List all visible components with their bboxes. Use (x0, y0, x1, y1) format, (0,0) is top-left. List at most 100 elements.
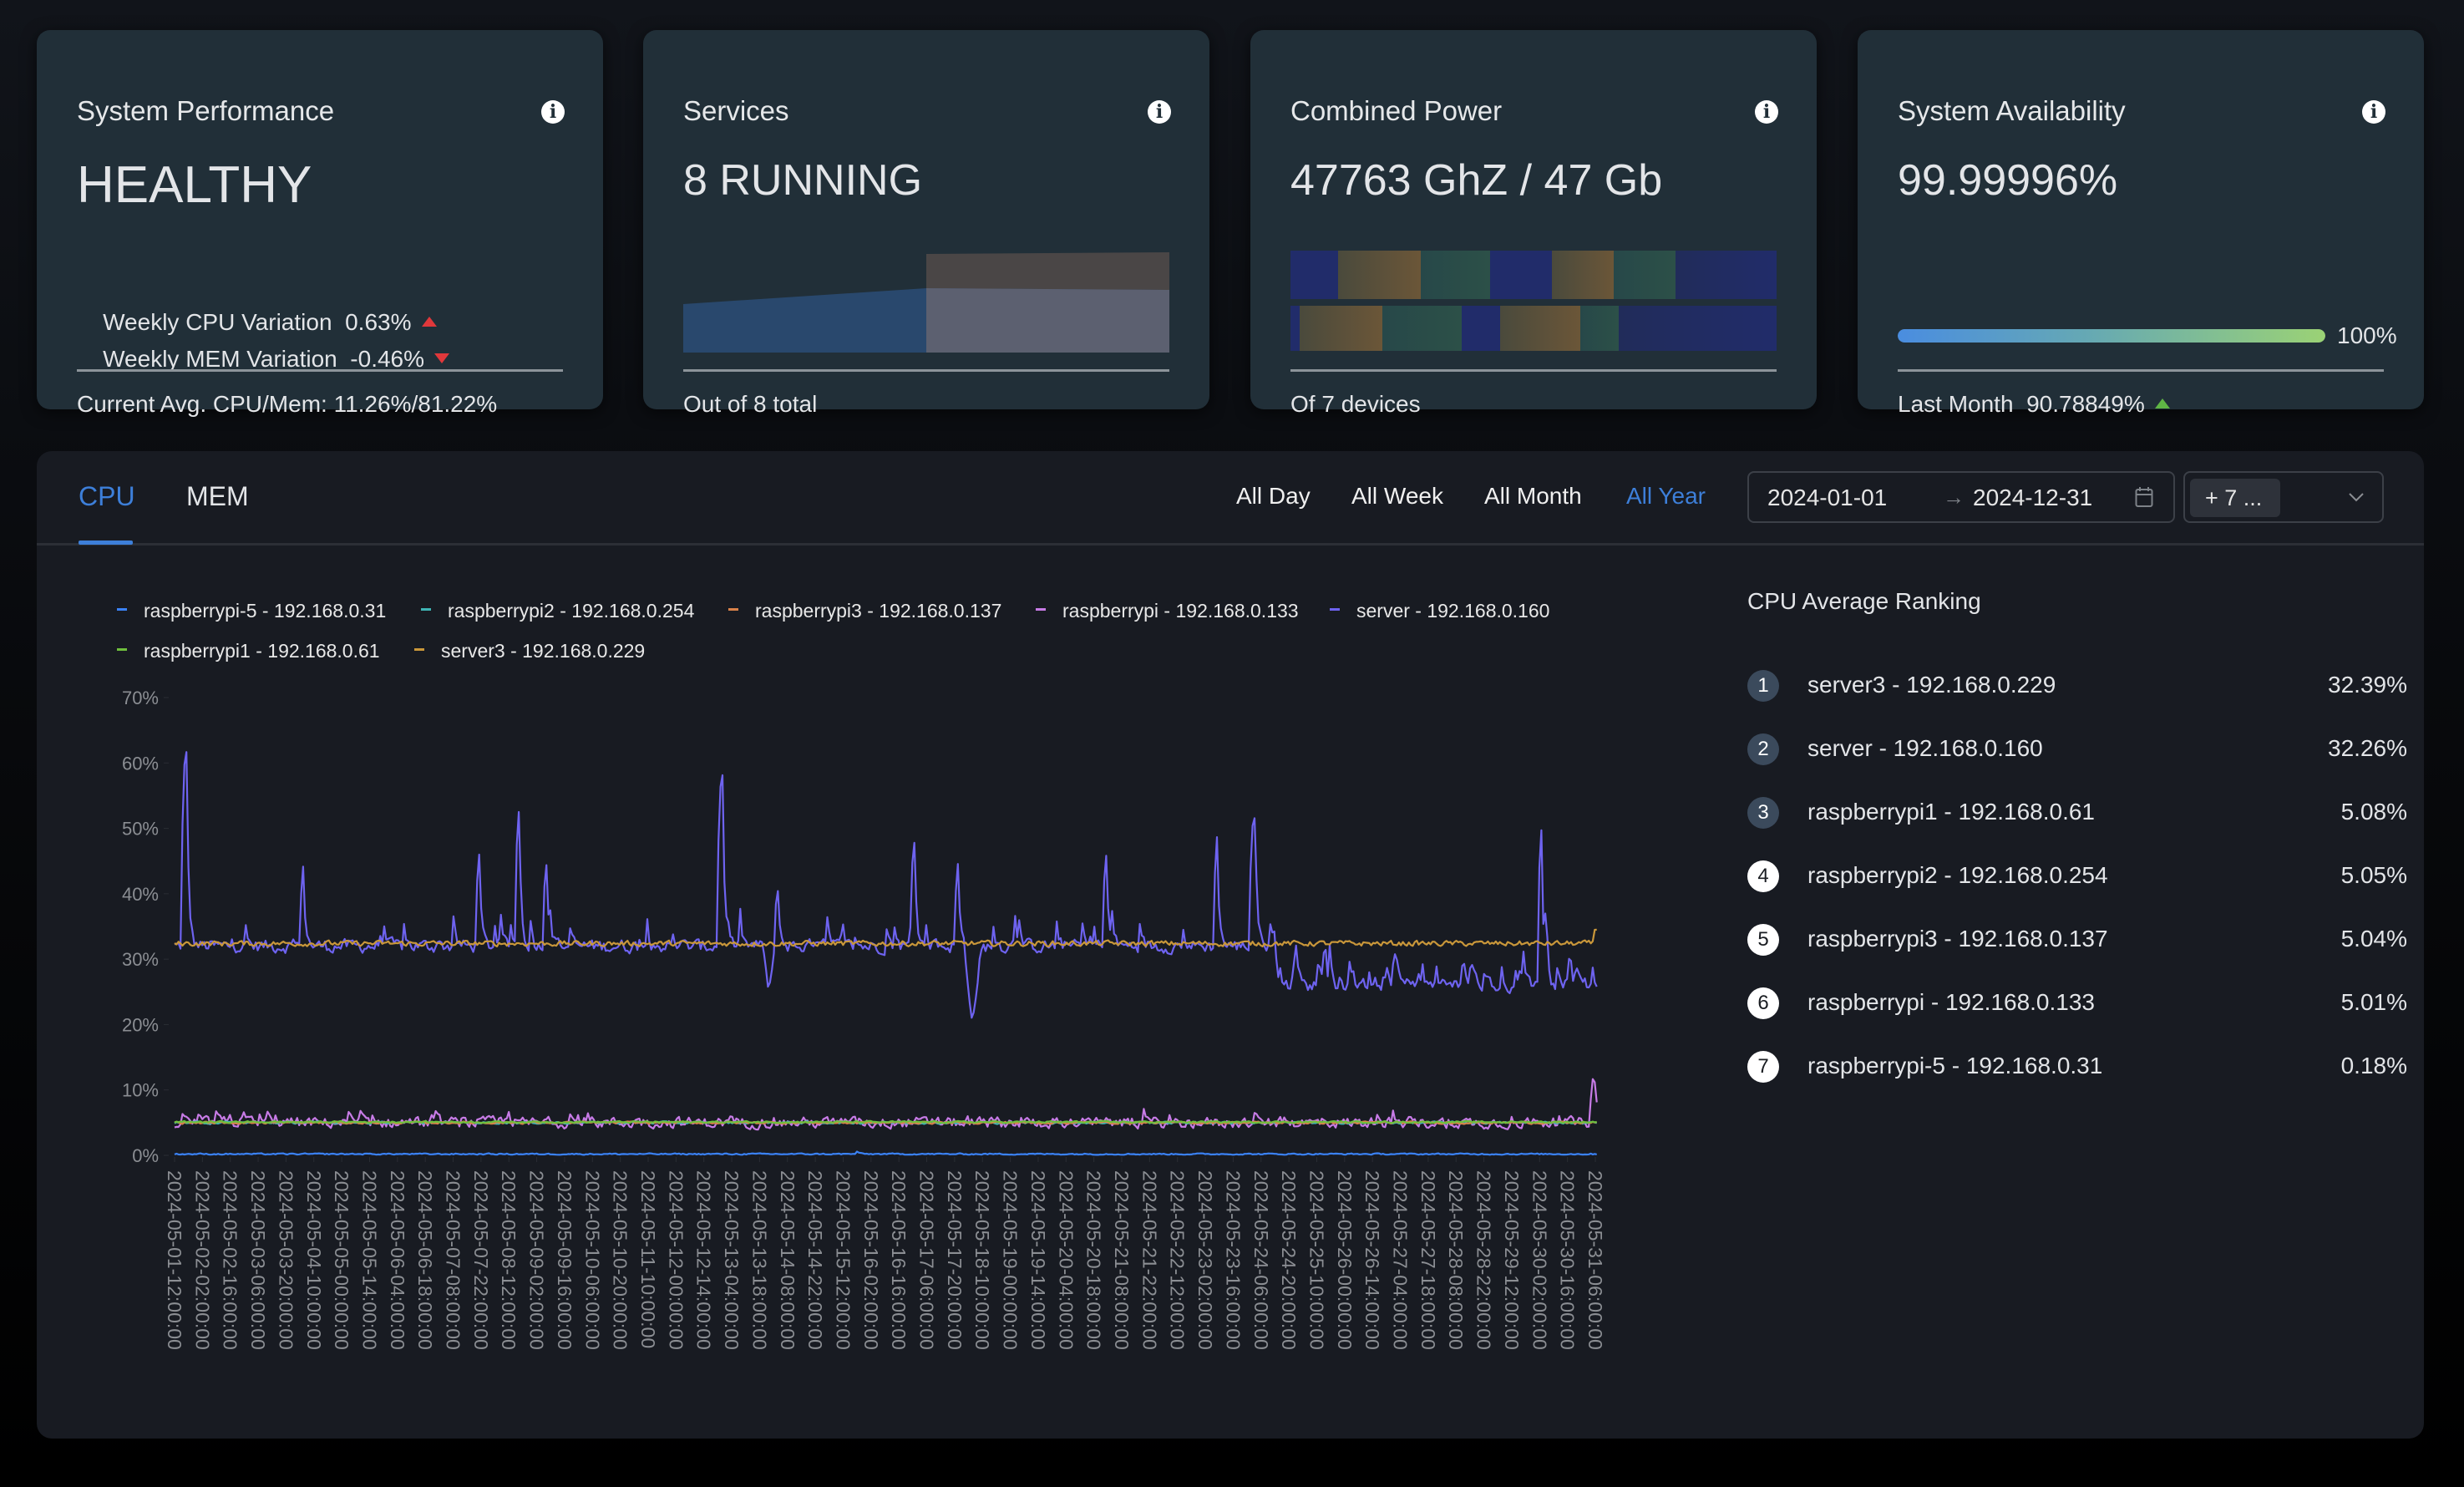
x-tick-label: 2024-05-11-10:00:00 (637, 1170, 659, 1348)
x-tick-label: 2024-05-03-20:00:00 (275, 1170, 297, 1350)
y-tick-label: 10% (122, 1080, 159, 1101)
services-card: Services i 8 RUNNING Out of 8 total (643, 30, 1209, 417)
device-select[interactable]: + 7 ... (2183, 471, 2384, 523)
rank-badge: 1 (1747, 670, 1779, 702)
card-title: System Performance (77, 95, 335, 126)
system-performance-card: System Performance i HEALTHY Weekly CPU … (37, 30, 603, 417)
x-tick-label: 2024-05-05-00:00:00 (331, 1170, 352, 1350)
y-tick-label: 0% (132, 1145, 159, 1166)
power-segment (1290, 251, 1338, 299)
x-tick-label: 2024-05-19-00:00:00 (1000, 1170, 1022, 1350)
x-tick-label: 2024-05-26-00:00:00 (1334, 1170, 1356, 1350)
ranking-item: 5 raspberrypi3 - 192.168.0.137 5.04% (1747, 924, 2407, 957)
x-tick-label: 2024-05-16-02:00:00 (860, 1170, 882, 1350)
power-segment (1338, 251, 1421, 299)
y-tick-label: 30% (122, 949, 159, 970)
x-tick-label: 2024-05-12-14:00:00 (693, 1170, 715, 1350)
rank-badge: 7 (1747, 1051, 1779, 1083)
power-segment (1382, 306, 1462, 351)
ranking-item: 2 server - 192.168.0.160 32.26% (1747, 733, 2407, 767)
x-tick-label: 2024-05-13-04:00:00 (721, 1170, 743, 1350)
ranking-item: 6 raspberrypi - 192.168.0.133 5.01% (1747, 987, 2407, 1021)
power-segment (1290, 306, 1300, 351)
x-tick-label: 2024-05-10-20:00:00 (610, 1170, 631, 1350)
x-tick-label: 2024-05-12-00:00:00 (665, 1170, 687, 1350)
card-divider (1290, 369, 1777, 372)
performance-status: HEALTHY (77, 156, 312, 214)
power-segment (1500, 306, 1580, 351)
card-title: System Availability (1898, 95, 2126, 126)
last-month-row: Last Month 90.78849% (1898, 391, 2170, 418)
series-line (174, 1150, 1597, 1156)
rank-device-name: raspberrypi-5 - 192.168.0.31 (1807, 1053, 2103, 1078)
rank-value: 32.39% (2328, 672, 2407, 698)
card-divider (1898, 369, 2384, 372)
power-segment (1462, 306, 1500, 351)
x-tick-label: 2024-05-30-02:00:00 (1529, 1170, 1550, 1350)
services-area-chart (683, 252, 1169, 353)
series-line (174, 751, 1598, 1019)
current-avg: Current Avg. CPU/Mem: 11.26%/81.22% (77, 391, 498, 417)
services-total: Out of 8 total (683, 391, 818, 417)
rank-device-name: server - 192.168.0.160 (1807, 735, 2043, 761)
card-title: Services (683, 95, 789, 126)
x-tick-label: 2024-05-30-16:00:00 (1557, 1170, 1579, 1350)
x-tick-label: 2024-05-16-16:00:00 (888, 1170, 910, 1350)
ranking-item: 4 raspberrypi2 - 192.168.0.254 5.05% (1747, 860, 2407, 894)
trend-up-icon (2154, 398, 2170, 409)
system-availability-card: System Availability i 99.99996% 100% Las… (1858, 30, 2424, 417)
rank-badge: 5 (1747, 924, 1779, 956)
x-tick-label: 2024-05-18-10:00:00 (971, 1170, 993, 1350)
info-icon[interactable]: i (2362, 100, 2385, 124)
x-tick-label: 2024-05-03-06:00:00 (247, 1170, 269, 1350)
rank-value: 5.08% (2340, 799, 2407, 825)
power-segment (1552, 251, 1614, 299)
ranking-item: 1 server3 - 192.168.0.229 32.39% (1747, 670, 2407, 703)
rank-badge: 2 (1747, 733, 1779, 765)
x-tick-label: 2024-05-09-02:00:00 (526, 1170, 548, 1350)
x-tick-label: 2024-05-28-08:00:00 (1445, 1170, 1467, 1350)
calendar-icon[interactable] (2135, 486, 2153, 508)
rank-device-name: raspberrypi2 - 192.168.0.254 (1807, 862, 2108, 888)
rank-device-name: server3 - 192.168.0.229 (1807, 672, 2056, 698)
power-segment (1614, 251, 1676, 299)
x-tick-label: 2024-05-14-22:00:00 (804, 1170, 826, 1350)
mem-power-bar (1290, 306, 1777, 351)
info-icon[interactable]: i (1755, 100, 1778, 124)
x-tick-label: 2024-05-05-14:00:00 (358, 1170, 380, 1350)
mem-variation-label: Weekly MEM Variation (103, 346, 337, 372)
x-tick-label: 2024-05-29-12:00:00 (1501, 1170, 1523, 1350)
cpu-power-bar (1290, 251, 1777, 299)
x-tick-label: 2024-05-13-18:00:00 (748, 1170, 770, 1350)
x-tick-label: 2024-05-27-18:00:00 (1417, 1170, 1439, 1350)
rank-device-name: raspberrypi - 192.168.0.133 (1807, 989, 2095, 1015)
x-tick-label: 2024-05-31-06:00:00 (1584, 1170, 1606, 1350)
start-date-input[interactable]: 2024-01-01 (1767, 485, 1887, 511)
chevron-down-icon[interactable] (2347, 488, 2365, 506)
services-area-overlap (926, 288, 1169, 353)
services-running: 8 RUNNING (683, 156, 923, 205)
trend-down-icon (434, 353, 450, 363)
x-tick-label: 2024-05-21-22:00:00 (1138, 1170, 1160, 1350)
x-tick-label: 2024-05-25-10:00:00 (1306, 1170, 1327, 1350)
end-date-input[interactable]: 2024-12-31 (1973, 485, 2092, 511)
x-tick-label: 2024-05-24-06:00:00 (1250, 1170, 1272, 1350)
selected-devices-tag[interactable]: + 7 ... (2190, 479, 2280, 517)
date-range-picker[interactable]: 2024-01-01 → 2024-12-31 (1747, 471, 2175, 523)
card-divider (77, 369, 563, 372)
x-tick-label: 2024-05-17-20:00:00 (944, 1170, 966, 1350)
rank-device-name: raspberrypi3 - 192.168.0.137 (1807, 926, 2108, 952)
power-segment (1580, 306, 1619, 351)
power-segment (1490, 251, 1552, 299)
x-tick-label: 2024-05-26-14:00:00 (1361, 1170, 1383, 1350)
y-tick-label: 50% (122, 819, 159, 840)
x-tick-label: 2024-05-20-04:00:00 (1055, 1170, 1077, 1350)
combined-power-card: Combined Power i 47763 GhZ / 47 Gb Of 7 … (1250, 30, 1817, 417)
info-icon[interactable]: i (1148, 100, 1171, 124)
rank-badge: 6 (1747, 987, 1779, 1019)
rank-badge: 3 (1747, 797, 1779, 829)
x-tick-label: 2024-05-06-18:00:00 (414, 1170, 436, 1350)
y-tick-label: 20% (122, 1014, 159, 1035)
info-icon[interactable]: i (541, 100, 565, 124)
power-segment (1619, 306, 1777, 351)
